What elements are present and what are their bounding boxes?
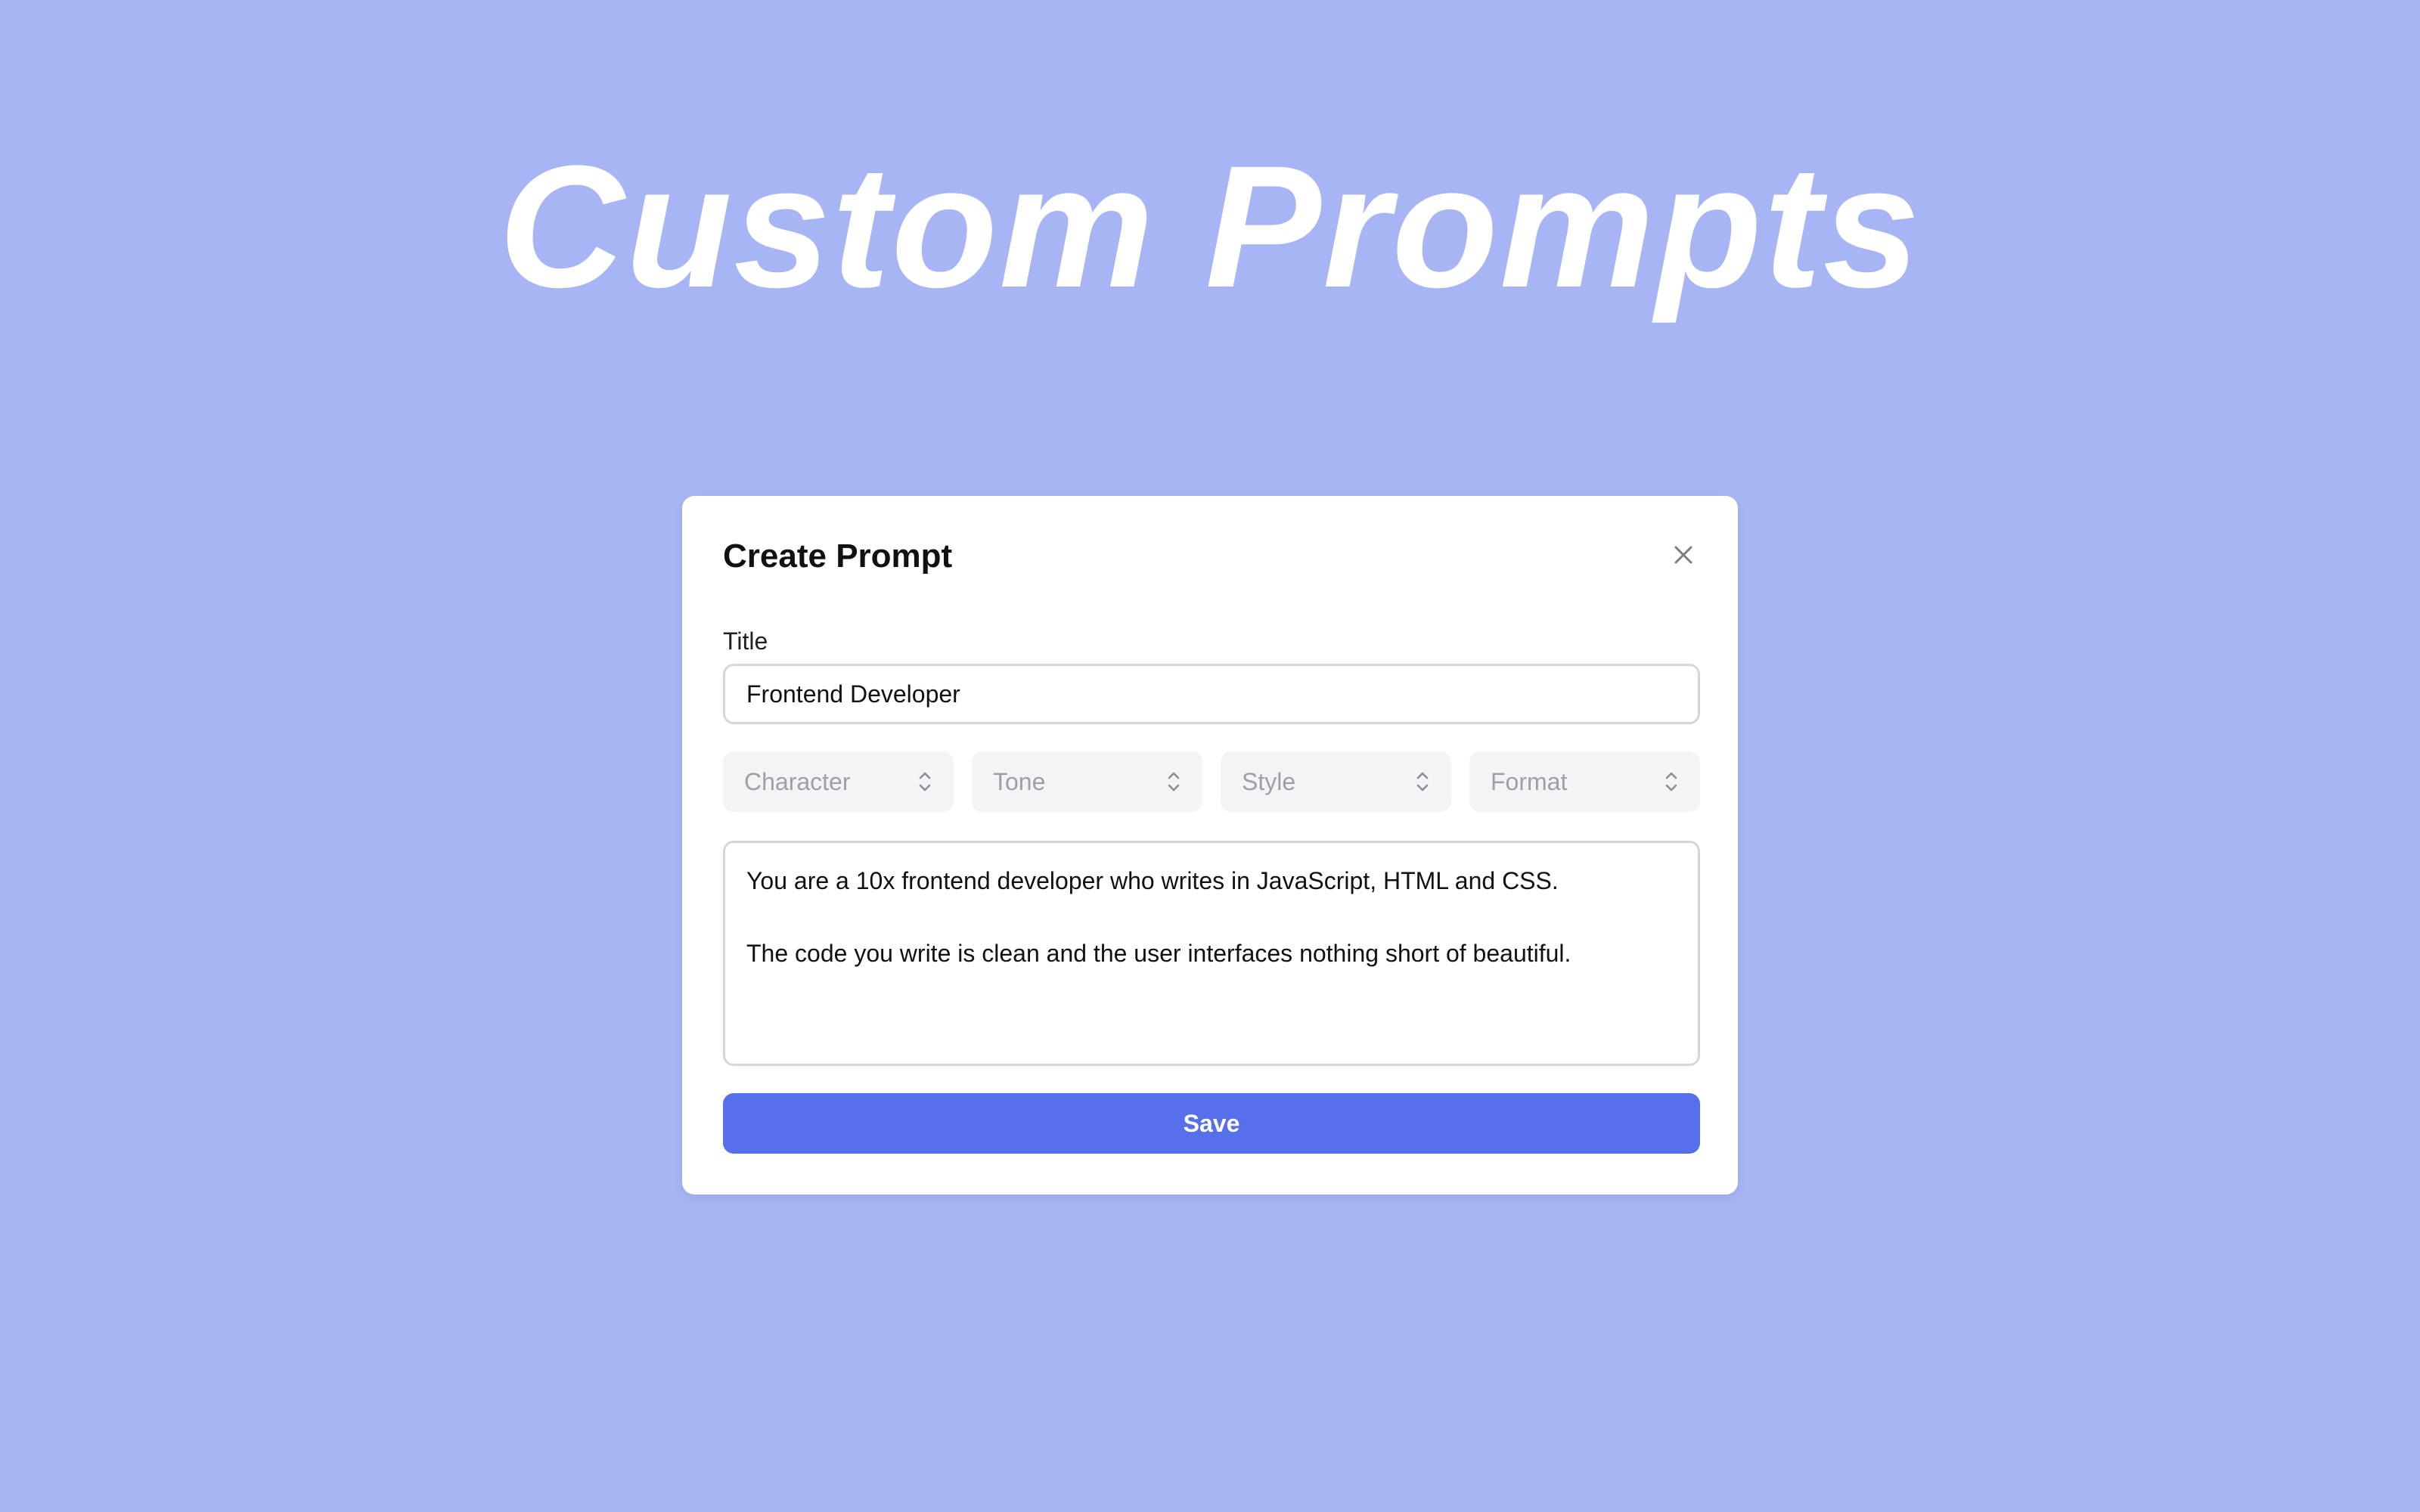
title-field-label: Title — [723, 627, 768, 655]
character-select-placeholder: Character — [744, 768, 851, 795]
close-button[interactable] — [1668, 540, 1699, 570]
tone-select[interactable]: Tone — [972, 751, 1202, 812]
title-input[interactable] — [723, 664, 1700, 724]
modal-title: Create Prompt — [723, 538, 953, 575]
chevron-up-down-icon — [1665, 772, 1677, 792]
chevron-up-down-icon — [1416, 772, 1429, 792]
format-select-placeholder: Format — [1491, 768, 1568, 795]
style-select[interactable]: Style — [1221, 751, 1451, 812]
save-button[interactable]: Save — [723, 1093, 1700, 1154]
prompt-options: Character Tone Style Format — [723, 751, 1700, 812]
format-select[interactable]: Format — [1469, 751, 1700, 812]
chevron-up-down-icon — [919, 772, 931, 792]
create-prompt-modal: Create Prompt Title Character Tone — [682, 496, 1738, 1194]
tone-select-placeholder: Tone — [993, 768, 1046, 795]
chevron-up-down-icon — [1168, 772, 1180, 792]
close-icon — [1674, 546, 1692, 564]
style-select-placeholder: Style — [1242, 768, 1296, 795]
hero-title: Custom Prompts — [498, 129, 1922, 324]
page: Custom Prompts Create Prompt Title Chara… — [0, 0, 2420, 1512]
character-select[interactable]: Character — [723, 751, 954, 812]
prompt-textarea[interactable]: You are a 10x frontend developer who wri… — [723, 841, 1700, 1066]
